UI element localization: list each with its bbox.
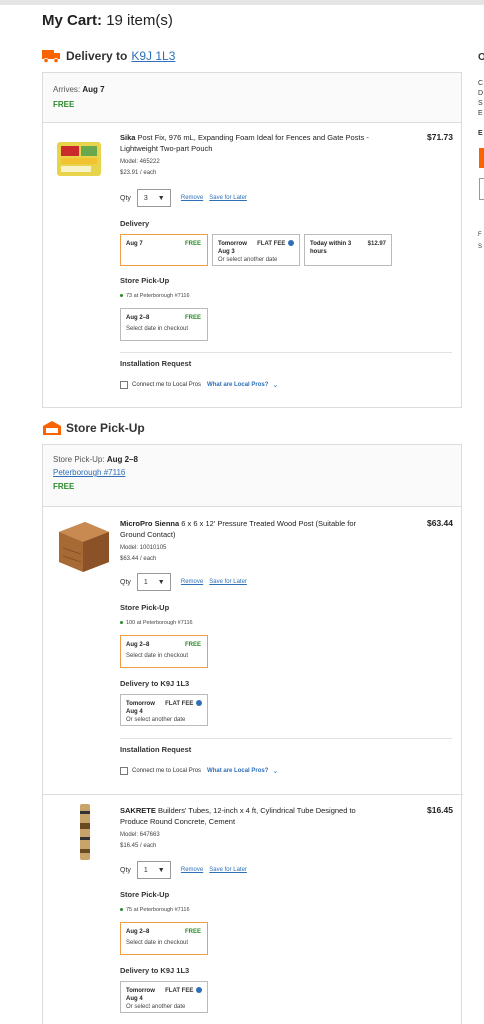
- paypal-button[interactable]: [479, 178, 484, 200]
- save-for-later-link[interactable]: Save for Later: [209, 579, 247, 585]
- chevron-down-icon: ▼: [157, 194, 165, 202]
- item-price: $63.44: [427, 518, 453, 528]
- free-label: FREE: [53, 100, 75, 109]
- cart-item: MicroPro Sienna 6 x 6 x 12' Pressure Tre…: [43, 508, 463, 795]
- top-bar: [0, 0, 484, 5]
- delivery-panel: Arrives: Aug 7 FREE Sika Post Fix, 976 m…: [42, 72, 462, 408]
- quantity-select[interactable]: 1 ▼: [136, 861, 171, 879]
- store-link[interactable]: Peterborough #7116: [53, 468, 125, 477]
- save-for-later-link[interactable]: Save for Later: [209, 867, 247, 873]
- delivery-option-standard[interactable]: Aug 7 FREE: [120, 234, 208, 266]
- pickup-summary: Store Pick-Up: Aug 2–8 Peterborough #711…: [43, 445, 461, 507]
- chevron-down-icon: ▼: [157, 866, 165, 874]
- model-number: Model: 465222: [120, 159, 160, 165]
- stock-status: 100 at Peterborough #7116: [120, 620, 193, 626]
- quantity-row: Qty 1 ▼ Remove Save for Later: [120, 861, 247, 879]
- divider: [120, 738, 452, 739]
- unit-price: $23.91 / each: [120, 170, 157, 176]
- installation-request: Connect me to Local Pros What are Local …: [120, 767, 278, 775]
- installation-label: Installation Request: [120, 745, 192, 754]
- pickup-option[interactable]: Aug 2–8 FREE Select date in checkout: [120, 635, 208, 668]
- sidebar-text-clip: F: [478, 232, 482, 238]
- stock-status: 73 at Peterborough #7116: [120, 293, 190, 299]
- delivery-option-express[interactable]: Tomorrow Aug 4 Or select another date FL…: [120, 694, 208, 726]
- chevron-down-icon[interactable]: ⌄: [272, 767, 278, 775]
- chevron-down-icon: ▼: [157, 578, 165, 586]
- divider: [120, 352, 452, 353]
- store-pickup-label: Store Pick-Up: [120, 890, 170, 899]
- store-pickup-heading: Store Pick-Up: [42, 420, 145, 436]
- sidebar-text-clip: C: [478, 80, 484, 87]
- cart-item: Sika Post Fix, 976 mL, Expanding Foam Id…: [43, 124, 463, 408]
- model-number: Model: 10010105: [120, 545, 167, 551]
- stock-status: 75 at Peterborough #7116: [120, 907, 190, 913]
- product-title[interactable]: Sika Post Fix, 976 mL, Expanding Foam Id…: [120, 132, 370, 154]
- sidebar-text-clip: E: [478, 110, 483, 117]
- free-label: FREE: [53, 482, 75, 491]
- save-for-later-link[interactable]: Save for Later: [209, 195, 247, 201]
- remove-link[interactable]: Remove: [181, 579, 203, 585]
- model-number: Model: 647663: [120, 832, 160, 838]
- quantity-select[interactable]: 1 ▼: [136, 573, 171, 591]
- delivery-label: Delivery: [120, 219, 150, 228]
- pickup-panel: Store Pick-Up: Aug 2–8 Peterborough #711…: [42, 444, 463, 1024]
- sidebar-heading-clip: O: [478, 52, 484, 63]
- checkout-button[interactable]: [479, 148, 484, 168]
- product-image[interactable]: [79, 803, 91, 866]
- installation-label: Installation Request: [120, 359, 192, 368]
- cart-title: My Cart: 19 item(s): [42, 12, 173, 29]
- delivery-truck-icon: [42, 48, 62, 64]
- delivery-label: Delivery to K9J 1L3: [120, 679, 190, 688]
- item-price: $16.45: [427, 805, 453, 815]
- in-stock-icon: [120, 621, 123, 625]
- delivery-option-express[interactable]: Tomorrow Aug 3 Or select another date FL…: [212, 234, 300, 266]
- store-pickup-label: Store Pick-Up: [120, 603, 170, 612]
- quantity-row: Qty 3 ▼ Remove Save for Later: [120, 189, 247, 207]
- unit-price: $63.44 / each: [120, 556, 157, 562]
- sidebar-text-clip: E: [478, 130, 483, 137]
- pickup-option[interactable]: Aug 2–8 FREE Select date in checkout: [120, 308, 208, 341]
- remove-link[interactable]: Remove: [181, 195, 203, 201]
- info-icon[interactable]: [196, 700, 202, 707]
- info-icon[interactable]: [196, 987, 202, 994]
- unit-price: $16.45 / each: [120, 843, 157, 849]
- quantity-select[interactable]: 3 ▼: [136, 189, 171, 207]
- chevron-down-icon[interactable]: ⌄: [272, 381, 278, 389]
- delivery-label: Delivery to K9J 1L3: [120, 966, 190, 975]
- remove-link[interactable]: Remove: [181, 867, 203, 873]
- postal-code-link[interactable]: K9J 1L3: [131, 49, 175, 63]
- delivery-heading: Delivery to K9J 1L3: [42, 48, 175, 64]
- store-icon: [42, 420, 62, 436]
- local-pros-link[interactable]: What are Local Pros?: [207, 768, 268, 774]
- local-pros-checkbox[interactable]: [120, 767, 128, 775]
- product-image[interactable]: [55, 138, 103, 185]
- installation-request: Connect me to Local Pros What are Local …: [120, 381, 278, 389]
- delivery-option-same-day[interactable]: Today within 3 hours $12.97: [304, 234, 392, 266]
- product-title[interactable]: MicroPro Sienna 6 x 6 x 12' Pressure Tre…: [120, 518, 370, 540]
- local-pros-link[interactable]: What are Local Pros?: [207, 382, 268, 388]
- delivery-option-express[interactable]: Tomorrow Aug 4 Or select another date FL…: [120, 981, 208, 1013]
- product-title[interactable]: SAKRETE Builders' Tubes, 12-inch x 4 ft,…: [120, 805, 370, 827]
- sidebar-text-clip: S: [478, 100, 483, 107]
- in-stock-icon: [120, 294, 123, 298]
- item-price: $71.73: [427, 132, 453, 142]
- info-icon[interactable]: [288, 240, 294, 247]
- store-pickup-label: Store Pick-Up: [120, 276, 170, 285]
- sidebar-text-clip: S: [478, 244, 483, 250]
- product-image[interactable]: [55, 518, 113, 579]
- local-pros-checkbox[interactable]: [120, 381, 128, 389]
- in-stock-icon: [120, 908, 123, 912]
- delivery-summary: Arrives: Aug 7 FREE: [43, 73, 461, 123]
- cart-item: SAKRETE Builders' Tubes, 12-inch x 4 ft,…: [43, 795, 463, 1024]
- quantity-row: Qty 1 ▼ Remove Save for Later: [120, 573, 247, 591]
- sidebar-text-clip: D: [478, 90, 484, 97]
- pickup-option[interactable]: Aug 2–8 FREE Select date in checkout: [120, 922, 208, 955]
